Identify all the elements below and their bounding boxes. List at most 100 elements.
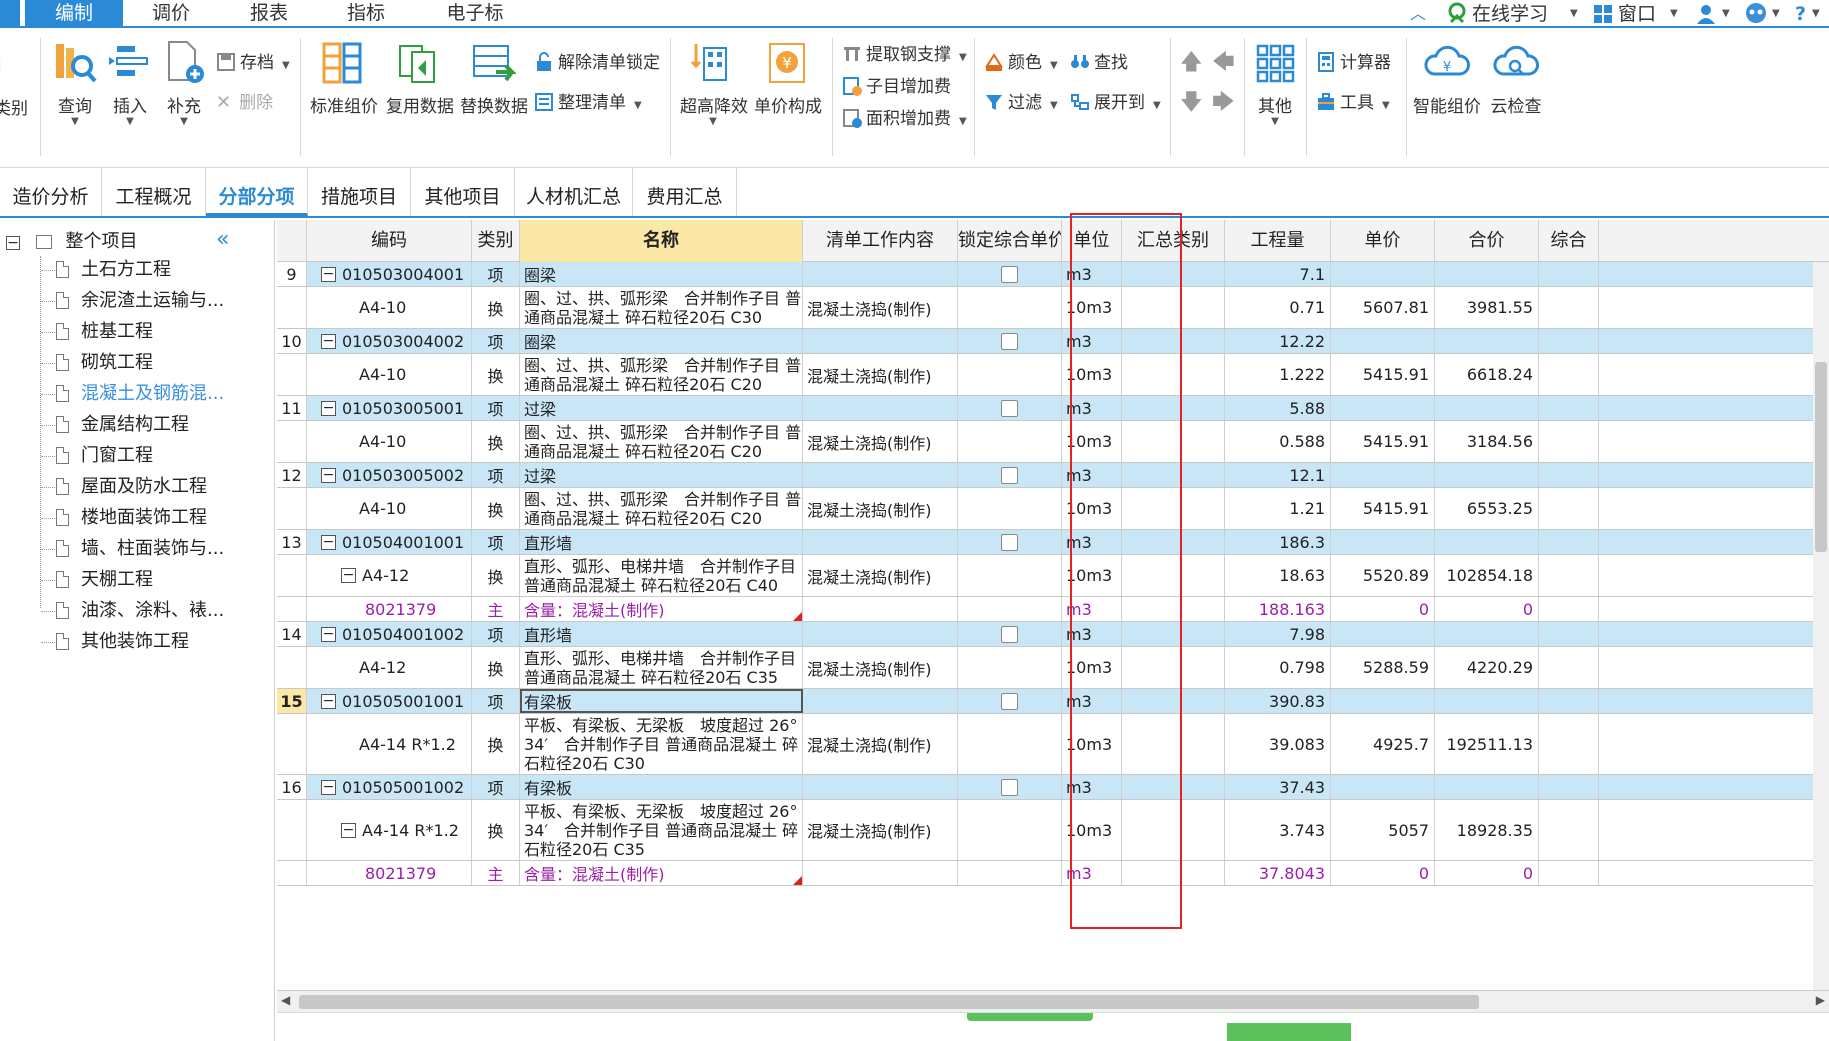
online-study-button[interactable]: 在线学习 — [1472, 0, 1548, 28]
header-name[interactable]: 名称 — [520, 220, 803, 262]
move-left-icon[interactable]: 🡄 — [1212, 50, 1235, 76]
window-menu-button[interactable]: 窗口 — [1618, 0, 1656, 28]
standard-pricing-button[interactable]: 标准组价 — [310, 40, 378, 117]
scroll-right-icon[interactable]: ▶ — [1816, 993, 1825, 1007]
tree-item[interactable]: 天棚工程 — [56, 566, 153, 594]
header-unit[interactable]: 单位 — [1062, 220, 1122, 262]
header-unit-price[interactable]: 单价 — [1331, 220, 1435, 262]
query-button[interactable]: 查询 ▼ — [50, 40, 100, 127]
tree-root[interactable]: − 整个项目 — [6, 228, 137, 256]
find-button[interactable]: 查找 — [1070, 50, 1128, 76]
quota-row[interactable]: A4-10 换圈、过、拱、弧形梁 合并制作子目 普通商品混凝土 碎石粒径20石 C… — [277, 421, 1829, 463]
vertical-scrollbar[interactable] — [1813, 262, 1829, 990]
tab-measure-items[interactable]: 措施项目 — [308, 168, 411, 216]
assistant-icon[interactable] — [1744, 0, 1768, 28]
color-button[interactable]: 颜色 ▼ — [984, 50, 1058, 76]
lock-price-cell[interactable] — [958, 396, 1062, 420]
list-item-row[interactable]: 13−010504001001 项直形墙 m3 186.3 — [277, 530, 1829, 555]
delete-button[interactable]: ✕ 删除 — [216, 90, 273, 116]
other-button[interactable]: 其他 ▼ — [1250, 40, 1300, 127]
lock-price-checkbox[interactable] — [1001, 466, 1018, 484]
tree-item[interactable]: 楼地面装饰工程 — [56, 504, 207, 532]
tab-other-items[interactable]: 其他项目 — [411, 168, 515, 216]
menu-tab-edit[interactable]: 编制 — [25, 0, 123, 28]
list-item-row[interactable]: 14−010504001002 项直形墙 m3 7.98 — [277, 622, 1829, 647]
expand-to-button[interactable]: 展开到 ▼ — [1070, 90, 1161, 116]
header-summary-category[interactable]: 汇总类别 — [1122, 220, 1225, 262]
header-lock-price[interactable]: 锁定综合单价 — [958, 220, 1062, 262]
move-up-icon[interactable]: 🡅 — [1180, 50, 1203, 76]
header-total-price[interactable]: 合价 — [1435, 220, 1539, 262]
lock-price-cell[interactable] — [958, 622, 1062, 646]
tree-item[interactable]: 油漆、涂料、裱... — [56, 597, 224, 625]
collapse-sidebar-icon[interactable]: « — [216, 228, 229, 252]
collapse-row-icon[interactable]: − — [341, 568, 356, 583]
replace-data-button[interactable]: 替换数据 — [460, 40, 528, 117]
quota-row[interactable]: A4-14 R*1.2 换 平板、有梁板、无梁板 坡度超过 26° 34′ 合并制作… — [277, 714, 1829, 775]
header-composite[interactable]: 综合 — [1539, 220, 1599, 262]
tab-fee-summary[interactable]: 费用汇总 — [633, 168, 737, 216]
tab-division-items[interactable]: 分部分项 — [206, 168, 308, 216]
tree-item[interactable]: 其他装饰工程 — [56, 628, 189, 656]
unlock-list-button[interactable]: 解除清单锁定 — [534, 50, 660, 76]
header-type[interactable]: 类别 — [472, 220, 520, 262]
lock-price-checkbox[interactable] — [1001, 778, 1018, 796]
quota-row[interactable]: − A4-14 R*1.2 换 平板、有梁板、无梁板 坡度超过 26° 34′ 合并制… — [277, 800, 1829, 861]
window-dropdown-icon[interactable]: ▼ — [1670, 0, 1678, 28]
collapse-icon[interactable]: − — [6, 236, 20, 250]
cloud-check-button[interactable]: 云检查 — [1488, 40, 1544, 117]
calculator-button[interactable]: 计算器 — [1316, 50, 1391, 76]
list-item-row[interactable]: 16−010505001002 项有梁板 m3 37.43 — [277, 775, 1829, 800]
quota-row[interactable]: A4-12 换直形、弧形、电梯井墙 合并制作子目 普通商品混凝土 碎石粒径20石 … — [277, 647, 1829, 689]
collapse-row-icon[interactable]: − — [321, 467, 336, 483]
header-work-content[interactable]: 清单工作内容 — [803, 220, 958, 262]
collapse-row-icon[interactable]: − — [321, 779, 336, 795]
tree-item[interactable]: 砌筑工程 — [56, 349, 153, 377]
tools-button[interactable]: 工具 ▼ — [1316, 90, 1390, 116]
collapse-row-icon[interactable]: − — [321, 400, 336, 416]
lock-price-cell[interactable] — [958, 262, 1062, 286]
collapse-row-icon[interactable]: − — [321, 534, 336, 550]
tab-project-overview[interactable]: 工程概况 — [102, 168, 206, 216]
lock-price-checkbox[interactable] — [1001, 332, 1018, 350]
quota-row[interactable]: A4-10 换圈、过、拱、弧形梁 合并制作子目 普通商品混凝土 碎石粒径20石 C… — [277, 354, 1829, 396]
quota-row[interactable]: − A4-12 换直形、弧形、电梯井墙 合并制作子目 普通商品混凝土 碎石粒径20石… — [277, 555, 1829, 597]
menu-tab-adjust[interactable]: 调价 — [125, 0, 217, 28]
tab-labor-material-summary[interactable]: 人材机汇总 — [515, 168, 633, 216]
tree-item[interactable]: 土石方工程 — [56, 256, 171, 284]
material-row[interactable]: 8021379 主 含量：混凝土(制作) m3 37.8043 0 0 — [277, 861, 1829, 886]
header-code[interactable]: 编码 — [307, 220, 472, 262]
lock-price-checkbox[interactable] — [1001, 692, 1018, 710]
supplement-button[interactable]: 补充 ▼ — [158, 40, 210, 127]
lock-price-cell[interactable] — [958, 329, 1062, 353]
lock-price-checkbox[interactable] — [1001, 399, 1018, 417]
collapse-row-icon[interactable]: − — [341, 822, 356, 838]
tree-item[interactable]: 屋面及防水工程 — [56, 473, 207, 501]
collapse-row-icon[interactable]: − — [321, 626, 336, 642]
horizontal-scrollbar[interactable]: ◀ ▶ — [277, 990, 1829, 1012]
quota-row[interactable]: A4-10 换圈、过、拱、弧形梁 合并制作子目 普通商品混凝土 碎石粒径20石 C… — [277, 287, 1829, 329]
window-icon[interactable] — [1594, 0, 1612, 28]
vertical-scroll-thumb[interactable] — [1815, 362, 1827, 552]
scroll-left-icon[interactable]: ◀ — [281, 993, 290, 1007]
user-dropdown-icon[interactable]: ▼ — [1722, 0, 1730, 28]
horizontal-scroll-thumb[interactable] — [299, 995, 1479, 1009]
area-increase-button[interactable]: 面积增加费 ▼ — [842, 106, 967, 132]
lock-price-cell[interactable] — [958, 530, 1062, 554]
collapse-row-icon[interactable]: − — [321, 693, 336, 709]
panel-splitter-handle[interactable] — [967, 1013, 1093, 1021]
lock-price-cell[interactable] — [958, 775, 1062, 799]
list-item-row[interactable]: 11−010503005001 项过梁 m3 5.88 — [277, 396, 1829, 421]
save-archive-button[interactable]: 存档 ▼ — [216, 50, 290, 76]
collapse-row-icon[interactable]: − — [321, 266, 336, 282]
assistant-dropdown-icon[interactable]: ▼ — [1772, 0, 1780, 28]
collapse-ribbon-icon[interactable]: ︿ — [1410, 0, 1426, 28]
user-icon[interactable] — [1696, 0, 1716, 28]
move-right-icon[interactable]: 🡆 — [1212, 90, 1235, 116]
help-button[interactable]: ? — [1795, 0, 1806, 28]
material-row[interactable]: 8021379 主 含量：混凝土(制作) m3 188.163 0 0 — [277, 597, 1829, 622]
tree-item[interactable]: 混凝土及钢筋混... — [56, 380, 224, 408]
reuse-data-button[interactable]: 复用数据 — [386, 40, 454, 117]
height-reduction-button[interactable]: 超高降效 ▼ — [680, 40, 748, 127]
lock-price-cell[interactable] — [958, 463, 1062, 487]
